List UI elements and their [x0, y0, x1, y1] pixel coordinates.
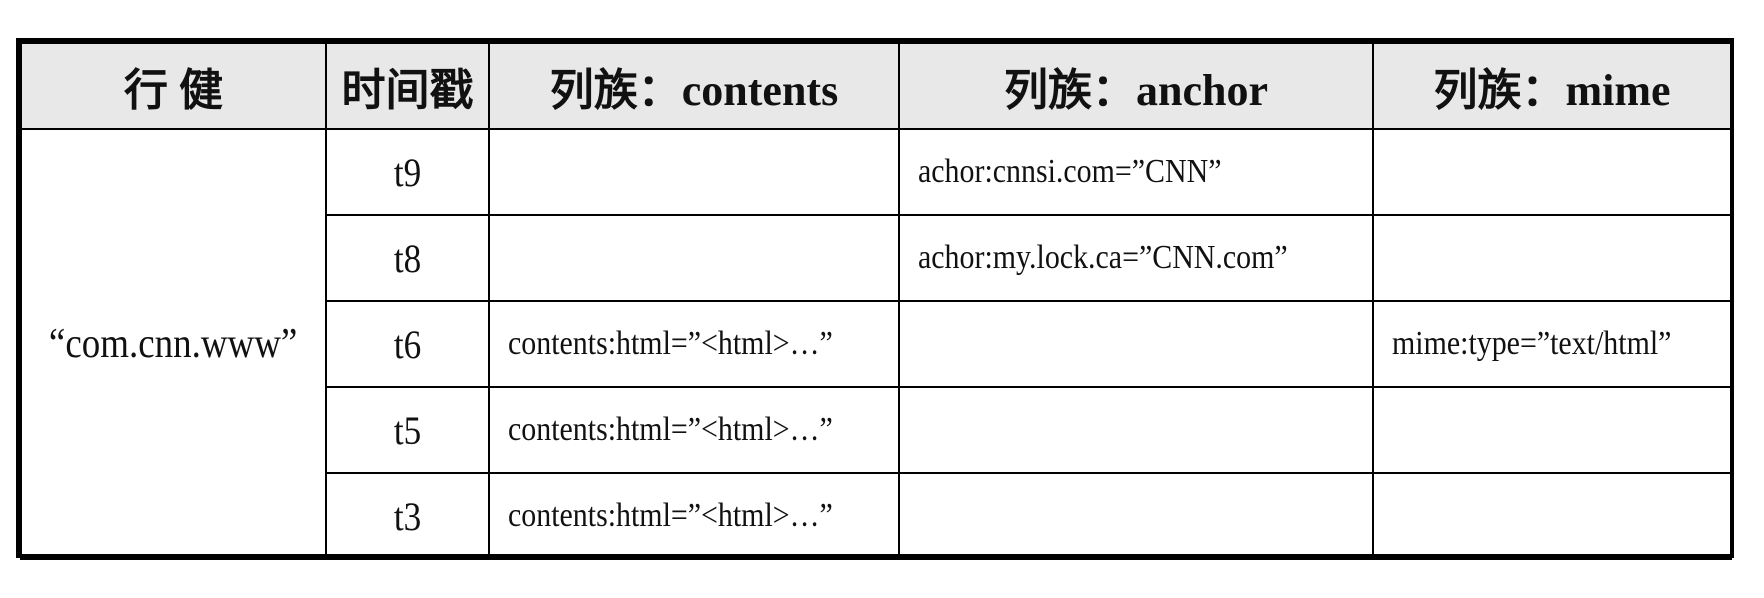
anchor-cell: [898, 472, 1374, 560]
timestamp-cell: t9: [325, 128, 490, 216]
contents-cell: contents:html=”<html>…”: [488, 386, 900, 474]
mime-cell: [1372, 472, 1732, 560]
contents-cell: contents:html=”<html>…”: [488, 300, 900, 388]
header-family-mime: 列族：mime: [1372, 42, 1732, 130]
timestamp-cell: t5: [325, 386, 490, 474]
contents-cell: contents:html=”<html>…”: [488, 472, 900, 560]
mime-cell: [1372, 128, 1732, 216]
contents-cell: [488, 214, 900, 302]
row-key-text: “com.cnn.www”: [49, 321, 298, 367]
header-family-anchor: 列族：anchor: [898, 42, 1374, 130]
mime-cell: [1372, 386, 1732, 474]
timestamp-cell: t3: [325, 472, 490, 560]
timestamp-cell: t8: [325, 214, 490, 302]
header-family-contents: 列族：contents: [488, 42, 900, 130]
mime-cell: mime:type=”text/html”: [1372, 300, 1732, 388]
hbase-table-container: 行 健 时间戳 列族：contents 列族：anchor 列族：mime “c…: [16, 38, 1734, 560]
header-row: 行 健 时间戳 列族：contents 列族：anchor 列族：mime: [20, 42, 1732, 130]
mime-cell: [1372, 214, 1732, 302]
anchor-cell: achor:my.lock.ca=”CNN.com”: [898, 214, 1374, 302]
table-row: “com.cnn.www” t9 achor:cnnsi.com=”CNN”: [20, 128, 1732, 560]
row-key-cell: “com.cnn.www”: [20, 128, 327, 560]
anchor-cell: [898, 386, 1374, 474]
header-timestamp: 时间戳: [325, 42, 490, 130]
hbase-data-table: 行 健 时间戳 列族：contents 列族：anchor 列族：mime “c…: [20, 42, 1732, 560]
header-row-key: 行 健: [20, 42, 327, 130]
contents-cell: [488, 128, 900, 216]
timestamp-cell: t6: [325, 300, 490, 388]
anchor-cell: [898, 300, 1374, 388]
anchor-cell: achor:cnnsi.com=”CNN”: [898, 128, 1374, 216]
